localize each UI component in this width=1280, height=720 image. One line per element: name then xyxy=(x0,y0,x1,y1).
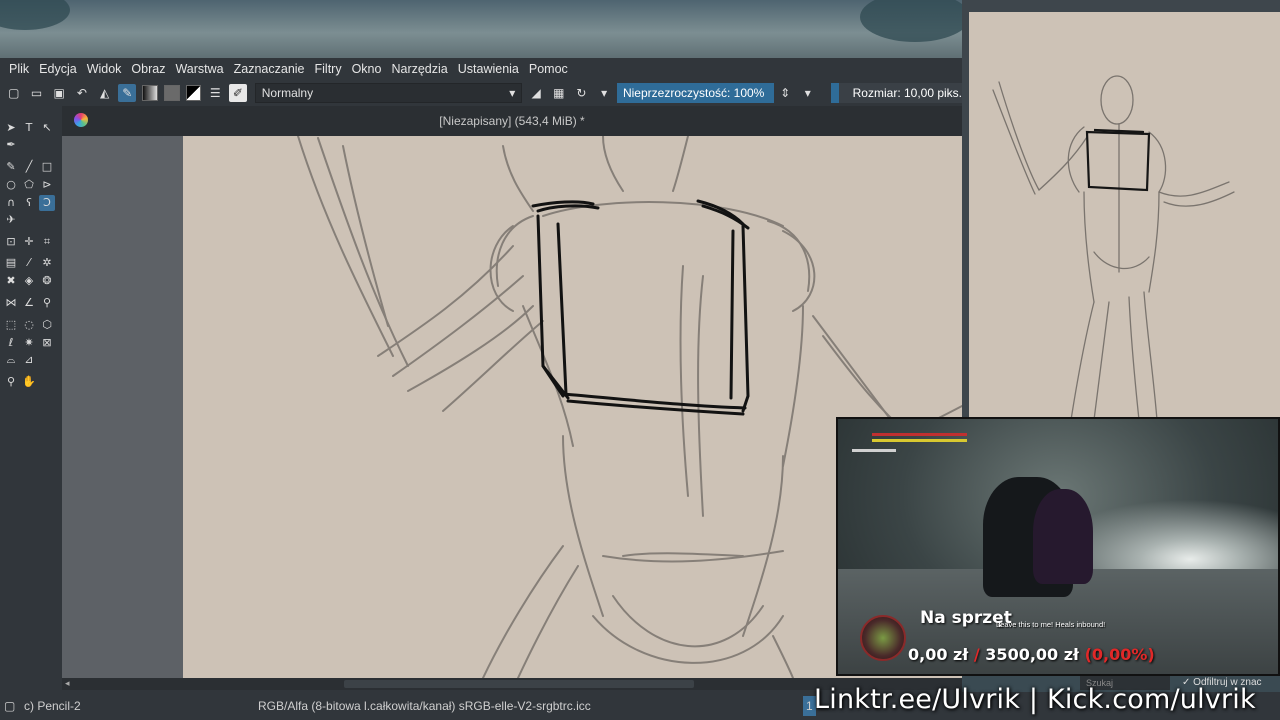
polygon-tool-icon[interactable]: ⬠ xyxy=(21,177,37,193)
scroll-left-icon[interactable]: ◂ xyxy=(65,678,70,690)
reference-panel xyxy=(962,0,1280,420)
donation-current: 0,00 zł xyxy=(908,645,969,664)
contiguous-select-icon[interactable]: ✷ xyxy=(21,335,37,351)
donation-goal: 3500,00 zł xyxy=(985,645,1079,664)
stamina-bar xyxy=(872,439,967,442)
stream-brand-links: Linktr.ee/Ulvrik | Kick.com/ulvrik xyxy=(814,684,1256,715)
menu-zaznaczanie[interactable]: Zaznaczanie xyxy=(229,58,310,80)
menu-edycja[interactable]: Edycja xyxy=(34,58,82,80)
menu-warstwa[interactable]: Warstwa xyxy=(170,58,228,80)
document-title: [Niezapisany] (543,4 MiB) * xyxy=(439,114,585,128)
transform-tool-icon[interactable]: ⊡ xyxy=(3,234,19,250)
game-capture-overlay: Na sprzęt Leave this to me! Heals inboun… xyxy=(836,417,1280,676)
reference-tool-icon[interactable]: ⚲ xyxy=(39,295,55,311)
menu-widok[interactable]: Widok xyxy=(82,58,127,80)
rectangle-tool-icon[interactable]: □ xyxy=(39,159,55,175)
undo-icon[interactable]: ↶ xyxy=(73,84,91,102)
scroll-thumb[interactable] xyxy=(344,680,694,688)
chevron-down-icon[interactable]: ▾ xyxy=(799,84,817,102)
line-tool-icon[interactable]: ╱ xyxy=(21,159,37,175)
bezier-tool-icon[interactable]: ∩ xyxy=(3,195,19,211)
menu-pomoc[interactable]: Pomoc xyxy=(524,58,573,80)
open-folder-icon[interactable]: ▭ xyxy=(28,84,46,102)
brush-preset-icon[interactable]: ✐ xyxy=(229,84,247,102)
ally-bar xyxy=(852,449,896,452)
menu-obraz[interactable]: Obraz xyxy=(126,58,170,80)
perspective-grid-icon[interactable]: ⋈ xyxy=(3,295,19,311)
calligraphy-icon[interactable]: ✒ xyxy=(3,137,19,153)
bezier-select-icon[interactable]: ⌓ xyxy=(3,352,19,368)
pan-tool-icon[interactable]: ✋ xyxy=(21,374,37,390)
zoom-tool-icon[interactable]: ⚲ xyxy=(3,374,19,390)
assistant-tool-icon[interactable]: ✖ xyxy=(3,273,19,289)
polyline-tool-icon[interactable]: ⊳ xyxy=(39,177,55,193)
ellipse-select-icon[interactable]: ◌ xyxy=(21,317,37,333)
fill-tool-icon[interactable]: ◈ xyxy=(21,273,37,289)
health-bar xyxy=(872,433,967,436)
fg-bg-color-swatch[interactable] xyxy=(185,85,202,101)
new-document-icon[interactable]: ▢ xyxy=(5,84,23,102)
chevron-down-icon: ▾ xyxy=(509,86,516,100)
blend-mode-value: Normalny xyxy=(261,86,314,100)
gradient-swatch[interactable] xyxy=(142,85,158,101)
dynamic-brush-icon[interactable]: Ↄ xyxy=(39,195,55,211)
document-tab-bar: [Niezapisany] (543,4 MiB) * xyxy=(62,106,962,136)
menu-narzedzia[interactable]: Narzędzia xyxy=(386,58,452,80)
menu-plik[interactable]: Plik xyxy=(4,58,34,80)
ellipse-tool-icon[interactable]: ○ xyxy=(3,177,19,193)
color-picker-icon[interactable]: ⁄ xyxy=(21,255,37,271)
blend-mode-select[interactable]: Normalny ▾ xyxy=(254,83,523,103)
freehand-brush-icon[interactable]: ✎ xyxy=(3,159,19,175)
current-brush-label: c) Pencil-2 xyxy=(24,699,81,713)
pattern-swatch[interactable] xyxy=(163,85,180,101)
crop-tool-icon[interactable]: ⌗ xyxy=(39,234,55,250)
text-tool-icon[interactable]: T xyxy=(21,120,37,136)
gradient-tool-icon[interactable]: ▤ xyxy=(3,255,19,271)
canvas-viewport[interactable] xyxy=(62,136,962,678)
mirror-icon[interactable]: ◭ xyxy=(96,84,114,102)
toolbox: ➤ T ↖ ✒ ✎ ╱ □ ○ ⬠ ⊳ ∩ ʕ Ↄ ✈ ⊡ ✛ ⌗ ▤ ⁄ ✲ … xyxy=(0,106,62,686)
brush-icon[interactable]: ✎ xyxy=(118,84,137,102)
polygon-select-icon[interactable]: ⬡ xyxy=(39,317,55,333)
measure-tool-icon[interactable]: ∠ xyxy=(21,295,37,311)
save-icon[interactable]: ▣ xyxy=(50,84,68,102)
freehand-path-icon[interactable]: ʕ xyxy=(21,195,37,211)
alpha-lock-icon[interactable]: ▦ xyxy=(550,84,568,102)
donation-avatar xyxy=(860,615,906,661)
donation-progress: 0,00 zł / 3500,00 zł (0,00%) xyxy=(908,645,1155,664)
opacity-slider[interactable]: Nieprzezroczystość: 100% xyxy=(616,83,775,103)
edit-shapes-icon[interactable]: ↖ xyxy=(39,120,55,136)
donation-separator: / xyxy=(973,645,980,664)
donation-percent: (0,00%) xyxy=(1084,645,1155,664)
freehand-select-icon[interactable]: ℓ xyxy=(3,335,19,351)
select-shapes-icon[interactable]: ➤ xyxy=(3,120,19,136)
menu-okno[interactable]: Okno xyxy=(347,58,387,80)
game-chat-line: Leave this to me! Heals inbound! xyxy=(996,620,1106,629)
rect-select-icon[interactable]: ⬚ xyxy=(3,317,19,333)
spinbox-arrows-icon[interactable]: ⇕ xyxy=(776,84,794,102)
krita-window: Plik Edycja Widok Obraz Warstwa Zaznacza… xyxy=(0,58,963,720)
multibrush-icon[interactable]: ✈ xyxy=(3,212,19,228)
game-monster xyxy=(1033,489,1093,584)
eraser-icon[interactable]: ◢ xyxy=(527,84,545,102)
enclose-fill-icon[interactable]: ❂ xyxy=(39,273,55,289)
brush-status-icon: ▢ xyxy=(4,699,16,713)
magnetic-select-icon[interactable]: ⊿ xyxy=(21,352,37,368)
reference-image xyxy=(969,12,1280,420)
reload-preset-icon[interactable]: ↻ xyxy=(573,84,591,102)
color-profile-label: RGB/Alfa (8-bitowa l.całkowita/kanał) sR… xyxy=(258,699,591,713)
reference-sketch xyxy=(992,75,1235,420)
brush-toolbar: ▢ ▭ ▣ ↶ ◭ ✎ ☰ ✐ Normalny ▾ ◢ ▦ ↻ ▾ Niepr… xyxy=(0,80,963,106)
smart-patch-icon[interactable]: ✲ xyxy=(39,255,55,271)
move-tool-icon[interactable]: ✛ xyxy=(21,234,37,250)
size-slider[interactable]: Rozmiar: 10,00 piks. xyxy=(830,83,963,103)
similar-select-icon[interactable]: ⊠ xyxy=(39,335,55,351)
menu-filtry[interactable]: Filtry xyxy=(310,58,347,80)
menu-ustawienia[interactable]: Ustawienia xyxy=(453,58,524,80)
brush-settings-icon[interactable]: ☰ xyxy=(206,84,224,102)
menubar: Plik Edycja Widok Obraz Warstwa Zaznacza… xyxy=(0,58,962,80)
chevron-down-icon[interactable]: ▾ xyxy=(595,84,613,102)
